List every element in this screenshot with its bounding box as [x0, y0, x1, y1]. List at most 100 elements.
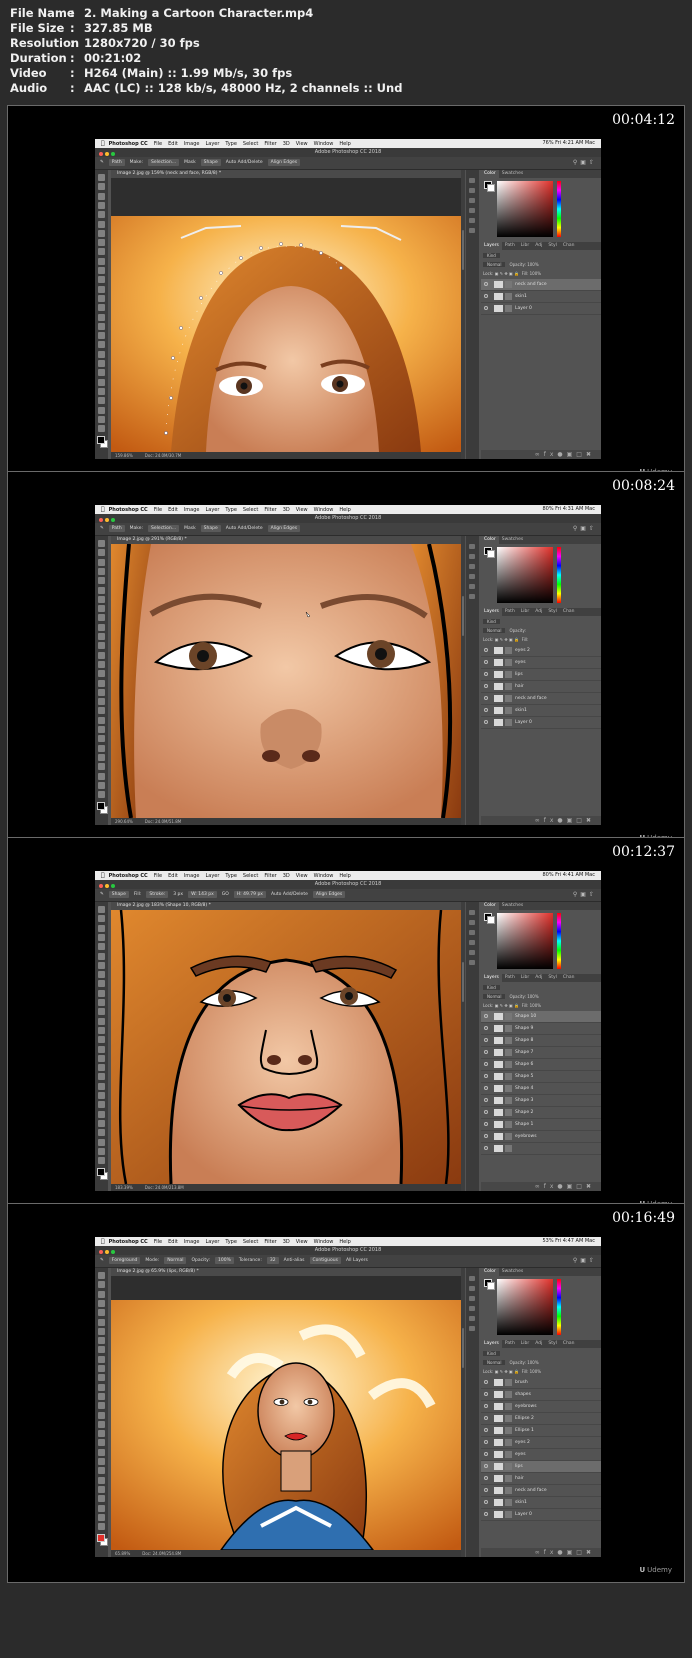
visibility-eye-icon[interactable] [484, 1380, 488, 1384]
tool-icon[interactable] [98, 192, 105, 200]
visibility-eye-icon[interactable] [484, 1098, 488, 1102]
option-control[interactable]: W: 143 px [188, 891, 217, 898]
option-control[interactable]: Align Edges [267, 525, 301, 532]
tool-icon[interactable] [98, 567, 105, 575]
layer-row[interactable]: eyes 2 [481, 645, 601, 657]
menu-item[interactable]: 3D [283, 873, 290, 879]
option-control[interactable]: Tolerance: [239, 1255, 262, 1267]
tool-icon[interactable] [98, 1337, 105, 1345]
layer-row[interactable]: Ellipse 2 [481, 1413, 601, 1425]
menu-item[interactable]: View [296, 1239, 308, 1245]
hue-slider[interactable] [557, 913, 561, 969]
layer-row[interactable]: Shape 3 [481, 1095, 601, 1107]
tool-preset-icon[interactable]: ✎ [100, 889, 104, 901]
menu-item[interactable]: Image [184, 873, 200, 879]
option-control[interactable]: Mask [184, 523, 196, 535]
tool-icon[interactable] [98, 183, 105, 191]
tool-icon[interactable] [98, 1110, 105, 1118]
layer-row[interactable]: Layer 0 [481, 303, 601, 315]
tool-icon[interactable] [98, 1458, 105, 1465]
tool-icon[interactable] [98, 211, 105, 219]
visibility-eye-icon[interactable] [484, 672, 488, 676]
dock-panel-icon[interactable] [469, 228, 475, 233]
tool-icon[interactable] [98, 952, 105, 960]
option-control[interactable]: Anti-alias [284, 1255, 305, 1267]
dock-panel-icon[interactable] [469, 1286, 475, 1291]
fill-value[interactable]: 100% [530, 1369, 541, 1374]
tool-icon[interactable] [98, 660, 105, 668]
menu-item[interactable]: View [296, 141, 308, 147]
new-folder-icon[interactable]: ▣ [567, 1549, 577, 1556]
menu-item[interactable]: Layer [205, 141, 219, 147]
layers-panel-tab[interactable]: Styl [545, 974, 560, 982]
menu-app-name[interactable]: Photoshop CC [109, 141, 148, 147]
trash-icon[interactable]: ✖ [586, 1549, 595, 1556]
menu-item[interactable]: Select [243, 507, 258, 513]
option-control[interactable]: H: 49.79 px [233, 891, 266, 898]
tool-icon[interactable] [98, 1138, 105, 1146]
fx-icon[interactable]: fx [544, 1549, 558, 1556]
share-icon[interactable]: ⇧ [589, 1257, 597, 1264]
tool-icon[interactable] [98, 735, 105, 743]
vertical-scrollbar[interactable] [461, 1268, 465, 1557]
option-control[interactable]: Path [108, 159, 125, 166]
tool-icon[interactable] [98, 558, 105, 566]
blend-mode-select[interactable]: Normal [483, 262, 506, 267]
vertical-scrollbar[interactable] [461, 170, 465, 459]
tool-icon[interactable] [98, 698, 105, 706]
option-control[interactable]: Foreground [108, 1257, 141, 1264]
fx-icon[interactable]: fx [544, 1183, 558, 1190]
tool-icon[interactable] [98, 1036, 105, 1044]
zoom-level[interactable]: 65.89% [115, 1551, 130, 1556]
tool-icon[interactable] [98, 239, 105, 247]
background-color-swatch[interactable] [487, 916, 495, 924]
layer-row[interactable]: eyes [481, 657, 601, 669]
visibility-eye-icon[interactable] [484, 1134, 488, 1138]
opacity-value[interactable]: 100% [527, 262, 538, 267]
layer-row[interactable]: lips [481, 1461, 601, 1473]
menu-item[interactable]: View [296, 507, 308, 513]
tab-color[interactable]: Color [481, 902, 499, 910]
add-mask-icon[interactable]: ● [557, 817, 566, 824]
menu-app-name[interactable]: Photoshop CC [109, 507, 148, 513]
add-mask-icon[interactable]: ● [557, 1549, 566, 1556]
tool-icon[interactable] [98, 688, 105, 696]
visibility-eye-icon[interactable] [484, 1452, 488, 1456]
dock-panel-icon[interactable] [469, 1326, 475, 1331]
tool-preset-icon[interactable]: ✎ [100, 1255, 104, 1267]
foreground-swatch[interactable] [97, 1534, 105, 1542]
menu-item[interactable]: Type [225, 141, 236, 147]
vertical-scrollbar[interactable] [461, 536, 465, 825]
minimize-window-button[interactable] [105, 151, 109, 156]
option-control[interactable]: Opacity: [191, 1255, 210, 1267]
tool-icon[interactable] [98, 623, 105, 631]
menu-item[interactable]: Filter [264, 141, 276, 147]
visibility-eye-icon[interactable] [484, 1110, 488, 1114]
layer-row[interactable]: neck and face [481, 693, 601, 705]
tool-icon[interactable] [98, 1309, 105, 1317]
menu-item[interactable]: Layer [205, 1239, 219, 1245]
dock-panel-icon[interactable] [469, 940, 475, 945]
zoom-window-button[interactable] [111, 883, 115, 888]
menu-item[interactable]: Filter [264, 1239, 276, 1245]
option-control[interactable]: 100% [214, 1257, 234, 1264]
layers-panel-tab[interactable]: Layers [481, 608, 502, 616]
document-tab[interactable]: Image 2.jpg @ 65.9% (lips, RGB/8) * [111, 1268, 461, 1276]
option-control[interactable]: Auto Add/Delete [226, 157, 263, 169]
new-folder-icon[interactable]: ▣ [567, 817, 577, 824]
menu-item[interactable]: File [154, 507, 162, 513]
menu-item[interactable]: File [154, 1239, 162, 1245]
tool-icon[interactable] [98, 248, 105, 256]
tool-icon[interactable] [98, 1392, 105, 1400]
dock-panel-icon[interactable] [469, 1306, 475, 1311]
tool-icon[interactable] [98, 1467, 105, 1475]
color-picker-field[interactable] [497, 913, 553, 969]
tool-icon[interactable] [98, 1119, 105, 1127]
option-control[interactable]: Mode: [145, 1255, 159, 1267]
option-control[interactable]: Shape [200, 525, 221, 532]
option-control[interactable]: All Layers [346, 1255, 368, 1267]
tool-icon[interactable] [98, 1523, 105, 1531]
tool-icon[interactable] [98, 1272, 105, 1279]
visibility-eye-icon[interactable] [484, 1476, 488, 1480]
tool-icon[interactable] [98, 549, 105, 557]
